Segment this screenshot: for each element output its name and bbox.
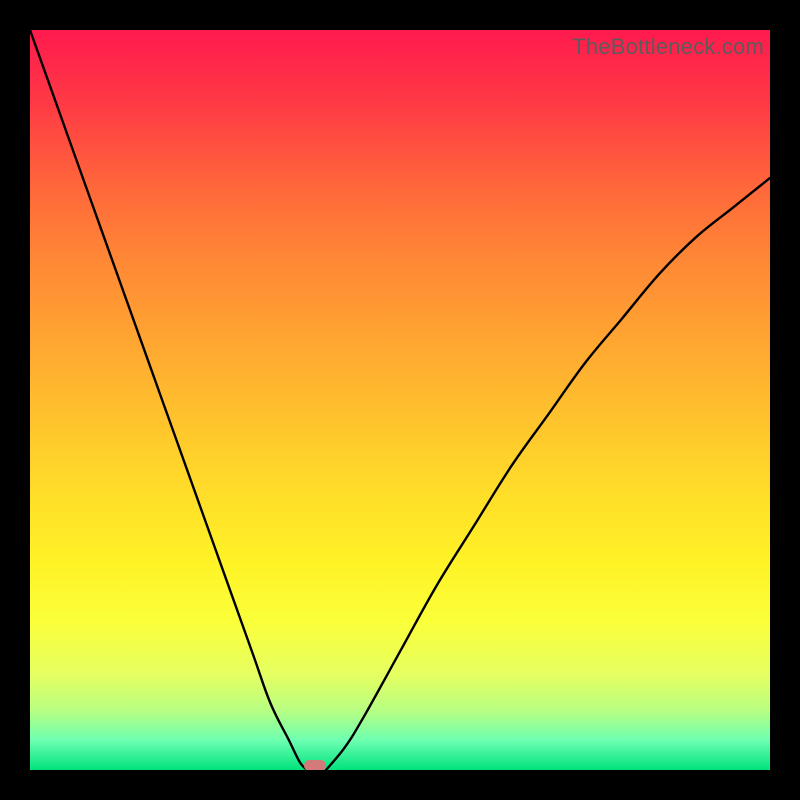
curve-right — [326, 178, 770, 770]
curve-left — [30, 30, 308, 770]
chart-plot-area: TheBottleneck.com — [30, 30, 770, 770]
bottleneck-curve — [30, 30, 770, 770]
optimal-marker — [304, 760, 326, 770]
chart-frame: TheBottleneck.com — [0, 0, 800, 800]
